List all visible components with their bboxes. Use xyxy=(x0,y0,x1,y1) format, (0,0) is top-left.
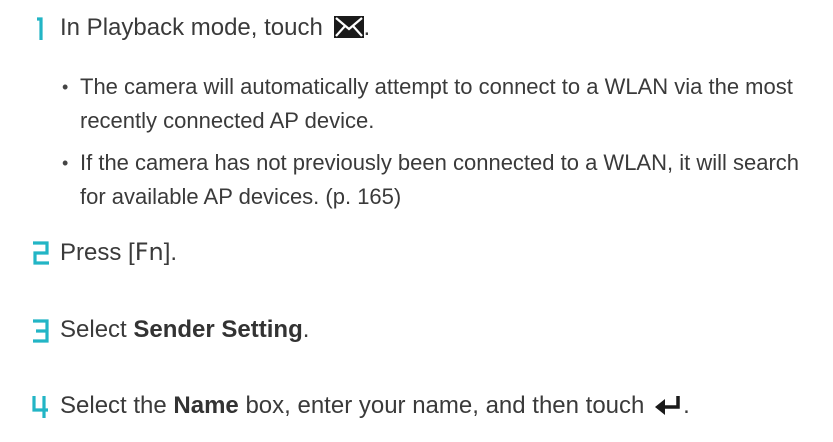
mail-icon xyxy=(333,13,364,49)
enter-return-icon xyxy=(655,391,683,427)
step-number-1 xyxy=(28,10,54,46)
step-number-1-glyph xyxy=(37,17,43,40)
step-2-suffix: ]. xyxy=(163,239,178,266)
bullet-item: • If the camera has not previously been … xyxy=(60,146,820,214)
step-2-prefix: Press [ xyxy=(60,239,135,266)
bullet-item: • The camera will automatically attempt … xyxy=(60,70,820,138)
step-number-4 xyxy=(28,388,54,424)
step-1-text: In Playback mode, touch . xyxy=(60,10,370,49)
bullet-dot: • xyxy=(62,77,69,97)
step-4-period: . xyxy=(683,392,690,419)
fn-key-label: Fn xyxy=(134,238,164,266)
step-2-text: Press [Fn]. xyxy=(60,234,177,271)
name-box-label: Name xyxy=(173,392,239,419)
step-4-prefix: Select the xyxy=(60,392,174,419)
step-number-2-glyph xyxy=(33,241,49,265)
step-4-middle: box, enter your name, and then touch xyxy=(238,392,645,419)
step-number-3 xyxy=(28,312,54,348)
bullet-text: If the camera has not previously been co… xyxy=(80,150,800,209)
step-3-text: Select Sender Setting. xyxy=(60,312,309,348)
step-3-prefix: Select xyxy=(60,316,134,343)
step-4-text: Select the Name box, enter your name, an… xyxy=(60,388,690,427)
sender-setting-label: Sender Setting xyxy=(133,316,303,343)
step-number-4-glyph xyxy=(32,396,48,418)
step-1-period: . xyxy=(363,14,371,41)
bullet-text: The camera will automatically attempt to… xyxy=(80,74,793,133)
step-1-bullets: • The camera will automatically attempt … xyxy=(60,70,820,222)
step-3-suffix: . xyxy=(302,316,310,343)
bullet-dot: • xyxy=(62,153,69,173)
step-1-instruction: In Playback mode, touch xyxy=(60,14,323,41)
step-number-2 xyxy=(28,234,54,270)
step-number-3-glyph xyxy=(33,319,49,343)
